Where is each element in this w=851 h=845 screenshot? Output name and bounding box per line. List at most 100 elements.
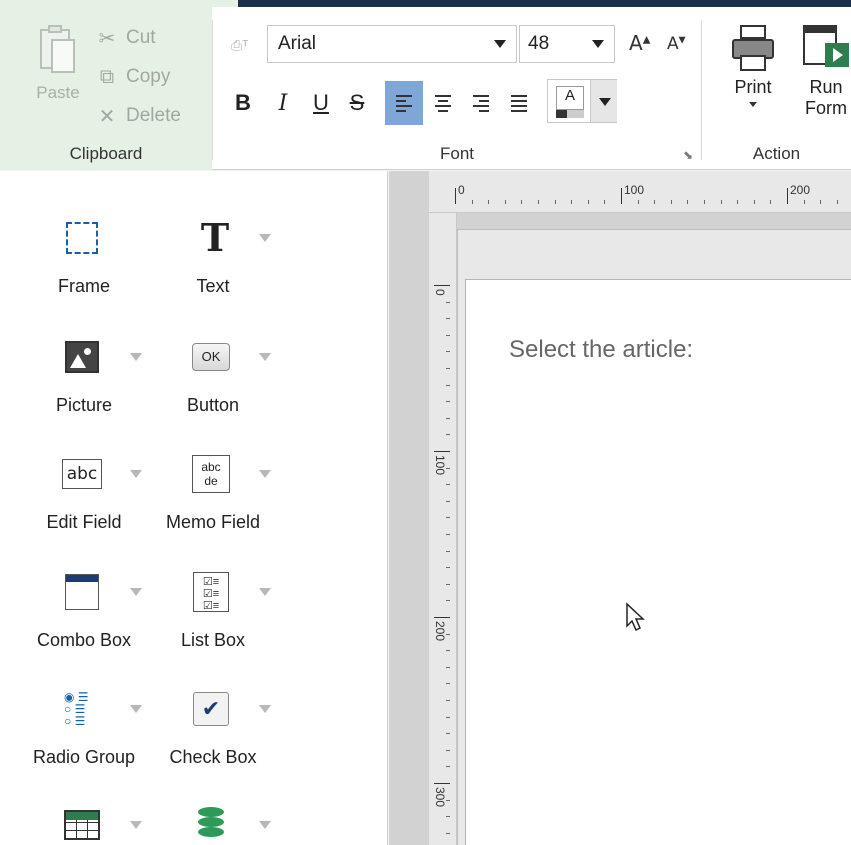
ruler-label: 200 bbox=[433, 621, 447, 642]
database-navigator-icon bbox=[191, 805, 231, 845]
vertical-ruler: 0 100 200 300 bbox=[429, 213, 457, 845]
chevron-down-icon[interactable] bbox=[259, 353, 271, 361]
justify-icon bbox=[511, 94, 527, 112]
chevron-down-icon[interactable] bbox=[130, 470, 142, 478]
cut-button[interactable]: ✂ Cut bbox=[96, 25, 156, 51]
copy-icon: ⧉ bbox=[99, 65, 115, 88]
text-icon: T bbox=[200, 215, 230, 260]
active-tab-indicator bbox=[0, 0, 238, 7]
chevron-down-icon[interactable] bbox=[259, 234, 271, 242]
chevron-down-icon[interactable] bbox=[130, 353, 142, 361]
run-form-button[interactable]: Run Form bbox=[796, 25, 851, 119]
underline-button[interactable]: U bbox=[305, 81, 337, 125]
shrink-font-button[interactable]: A▼ bbox=[667, 34, 686, 54]
ruler-tick bbox=[787, 188, 788, 204]
ruler-tick bbox=[455, 188, 456, 204]
strikethrough-button[interactable]: S bbox=[341, 81, 373, 125]
combo-box-icon bbox=[62, 572, 102, 612]
ruler-tick bbox=[446, 351, 450, 353]
ruler-tick bbox=[446, 832, 450, 834]
ruler-tick bbox=[446, 384, 450, 386]
picture-icon bbox=[62, 337, 102, 377]
form-page[interactable]: Select the article: bbox=[465, 279, 851, 845]
font-group-label: Font bbox=[439, 144, 475, 163]
font-color-icon: A bbox=[556, 86, 584, 110]
chevron-down-icon[interactable] bbox=[259, 588, 271, 596]
ruler-tick bbox=[446, 766, 450, 768]
design-surface: 0 100 200 0 100 200 300 Select the article: bbox=[389, 171, 851, 845]
ruler-tick bbox=[770, 200, 772, 204]
ruler-tick bbox=[571, 200, 573, 204]
font-group: ⎙ᵀ Arial 48 A▲ A▼ B I U S A Font ⬊ bbox=[213, 7, 701, 170]
ruler-tick bbox=[637, 200, 639, 204]
align-right-button[interactable] bbox=[465, 81, 497, 125]
ruler-tick bbox=[538, 200, 539, 204]
ruler-tick bbox=[504, 200, 506, 204]
paste-icon bbox=[37, 25, 79, 77]
ruler-label: 100 bbox=[624, 183, 645, 197]
ruler-tick bbox=[446, 567, 450, 569]
ruler-tick bbox=[488, 200, 490, 204]
ruler-tick bbox=[446, 550, 450, 552]
ruler-tick bbox=[446, 500, 450, 502]
ruler-tick bbox=[446, 700, 450, 701]
ruler-tick bbox=[687, 200, 689, 204]
ruler-tick bbox=[446, 749, 450, 751]
ruler-tick bbox=[434, 285, 450, 286]
ruler-tick bbox=[446, 683, 450, 685]
button-icon: OK bbox=[191, 337, 231, 377]
action-group: Print Run Form Action bbox=[702, 7, 851, 170]
ruler-tick bbox=[654, 200, 656, 204]
run-form-icon bbox=[803, 25, 849, 73]
chevron-down-icon[interactable] bbox=[130, 705, 142, 713]
align-center-button[interactable] bbox=[427, 81, 459, 125]
copy-button[interactable]: ⧉ Copy bbox=[96, 64, 171, 90]
clipboard-group-label: Clipboard bbox=[0, 144, 212, 164]
paste-button[interactable]: Paste bbox=[30, 25, 86, 103]
form-label[interactable]: Select the article: bbox=[509, 336, 693, 364]
check-box-icon: ✔ bbox=[191, 689, 231, 729]
action-group-label: Action bbox=[752, 144, 801, 163]
ruler-tick bbox=[446, 716, 450, 718]
ruler-tick bbox=[446, 301, 450, 303]
print-button[interactable]: Print bbox=[732, 25, 774, 107]
justify-button[interactable] bbox=[503, 81, 535, 125]
delete-button[interactable]: ✕ Delete bbox=[96, 103, 181, 129]
ruler-tick bbox=[521, 200, 523, 204]
ruler-tick bbox=[704, 200, 705, 204]
ruler-label: 100 bbox=[433, 455, 447, 476]
font-size-select[interactable]: 48 bbox=[519, 25, 615, 63]
font-color-button[interactable]: A bbox=[547, 79, 617, 123]
ruler-tick bbox=[446, 583, 450, 585]
memo-field-icon: abc de bbox=[191, 454, 231, 494]
paste-label: Paste bbox=[36, 83, 80, 102]
chevron-down-icon[interactable] bbox=[259, 470, 271, 478]
horizontal-ruler: 0 100 200 bbox=[429, 171, 851, 213]
cut-label: Cut bbox=[126, 27, 156, 48]
edit-field-icon: abc bbox=[62, 454, 102, 494]
font-family-select[interactable]: Arial bbox=[267, 25, 517, 63]
ruler-tick bbox=[836, 200, 838, 204]
grow-font-button[interactable]: A▲ bbox=[629, 31, 650, 55]
ruler-label: 200 bbox=[790, 183, 811, 197]
align-left-button[interactable] bbox=[385, 81, 423, 125]
ruler-tick bbox=[820, 200, 822, 204]
bold-button[interactable]: B bbox=[227, 81, 259, 125]
format-painter-icon[interactable]: ⎙ᵀ bbox=[231, 37, 253, 55]
ruler-tick bbox=[446, 434, 450, 436]
ruler-tick bbox=[446, 517, 450, 519]
ruler-tick bbox=[471, 200, 473, 204]
chevron-down-icon bbox=[494, 40, 506, 48]
font-color-dropdown[interactable] bbox=[590, 80, 617, 122]
ruler-tick bbox=[434, 617, 450, 618]
chevron-down-icon[interactable] bbox=[259, 821, 271, 829]
align-center-icon bbox=[435, 94, 451, 112]
ruler-tick bbox=[446, 484, 450, 486]
dialog-launcher-icon[interactable]: ⬊ bbox=[683, 148, 693, 162]
ruler-tick bbox=[554, 200, 556, 204]
italic-button[interactable]: I bbox=[267, 81, 299, 125]
ruler-tick bbox=[446, 318, 450, 320]
chevron-down-icon[interactable] bbox=[259, 705, 271, 713]
chevron-down-icon[interactable] bbox=[130, 588, 142, 596]
chevron-down-icon[interactable] bbox=[130, 821, 142, 829]
